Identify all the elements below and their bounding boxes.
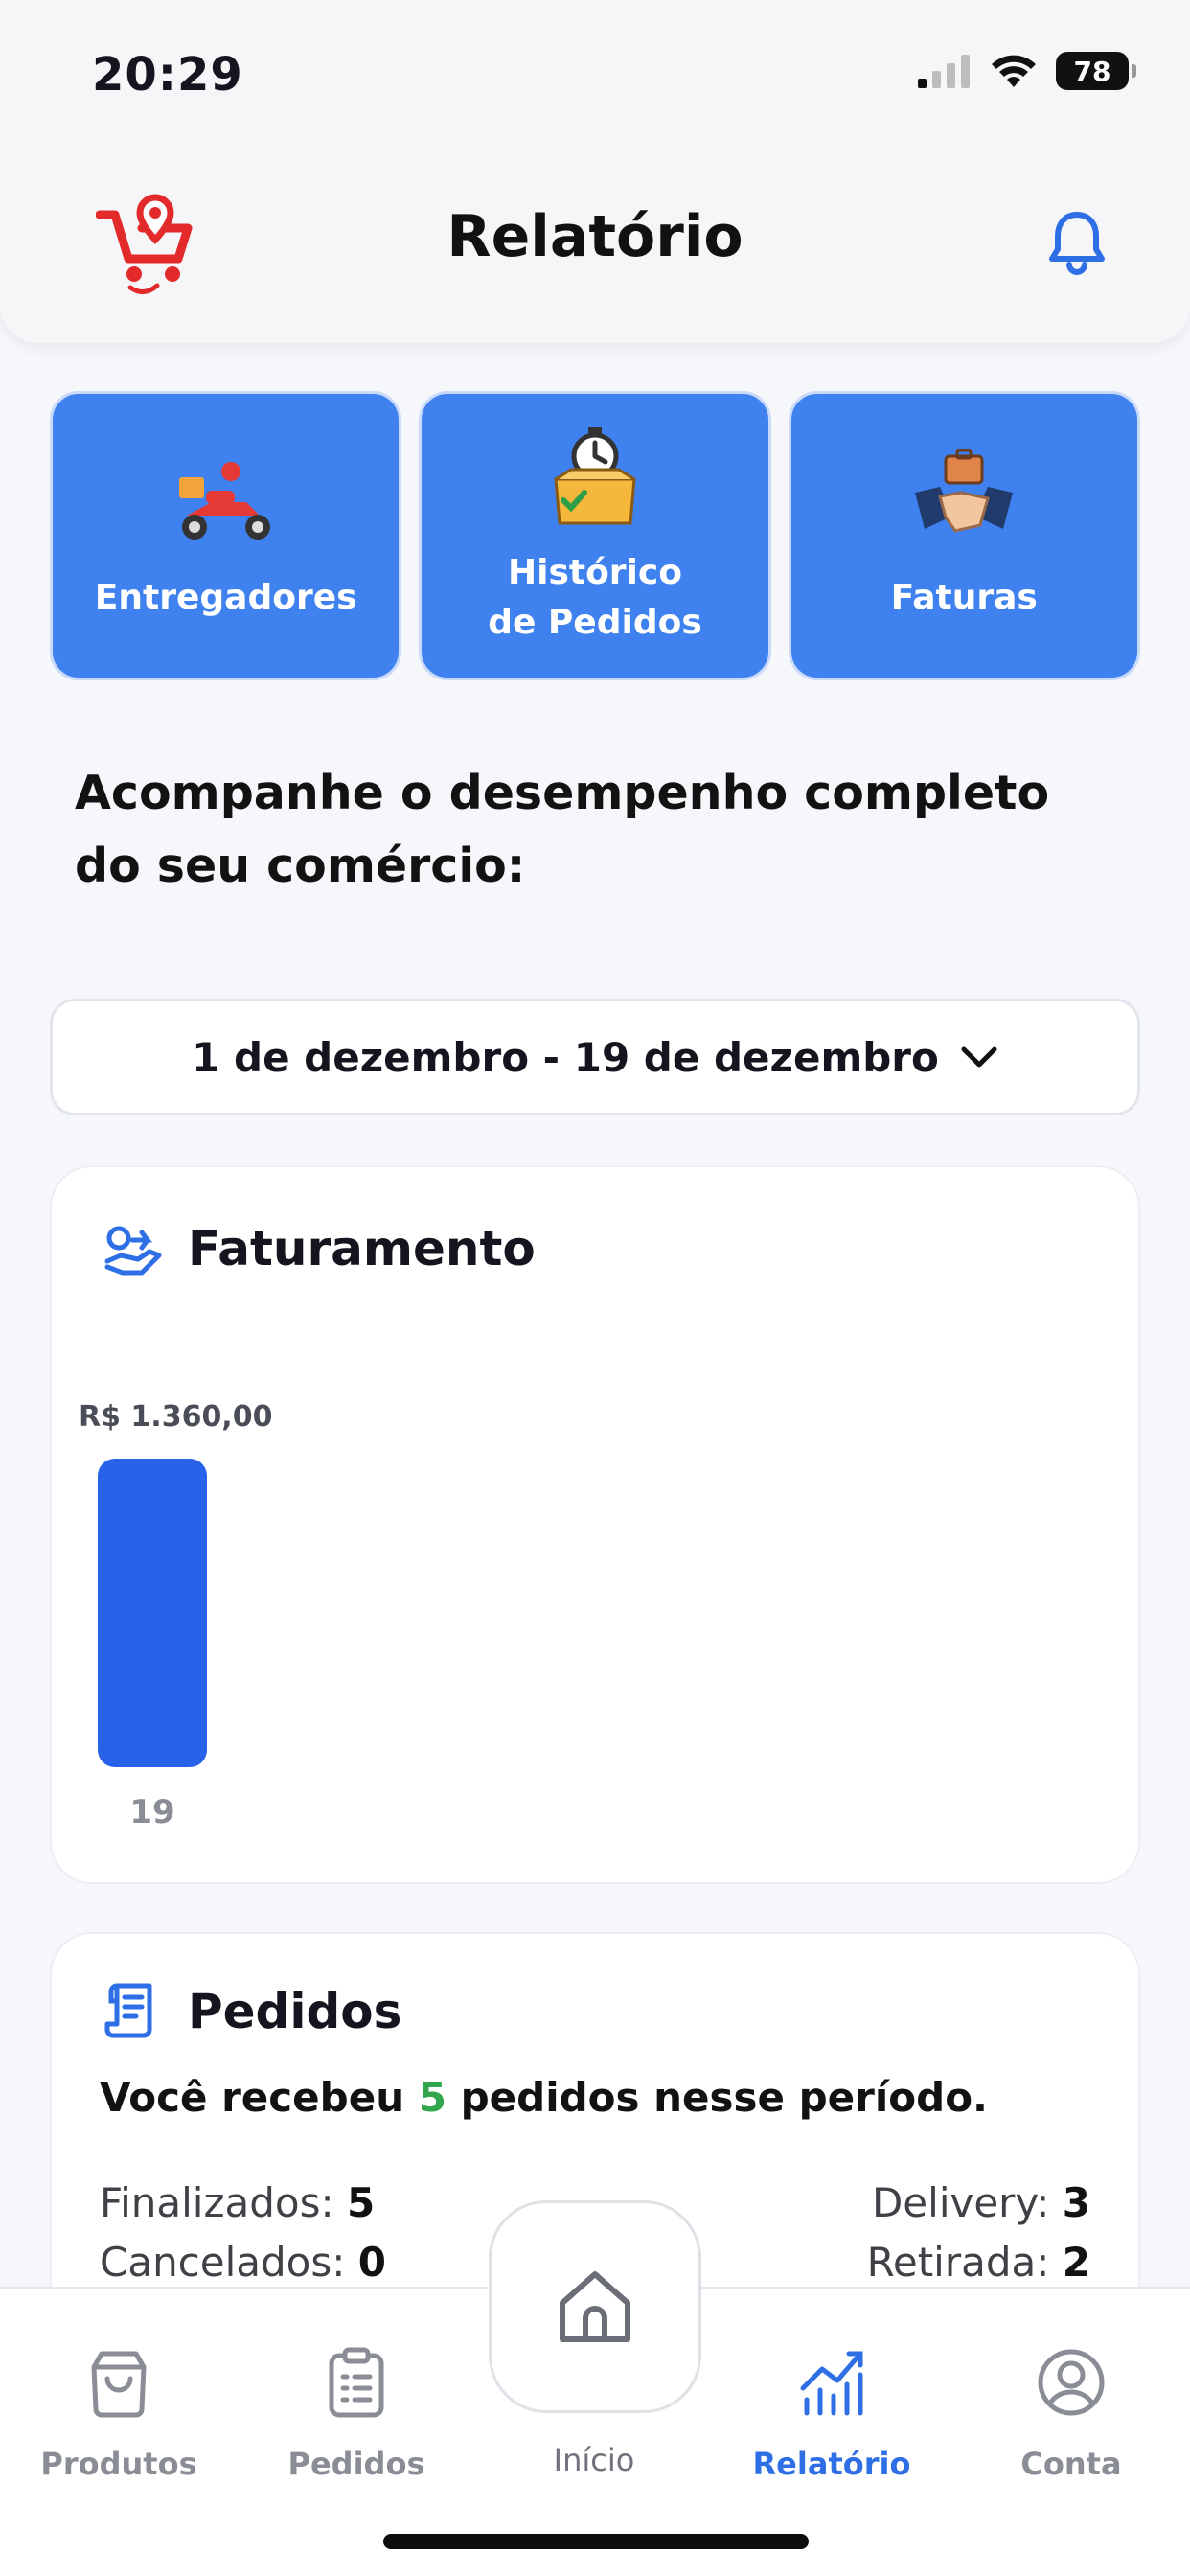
delivery-scooter-icon — [178, 462, 270, 540]
tile-historico-label-line2: de Pedidos — [488, 603, 702, 642]
tile-historico-pedidos[interactable]: Histórico de Pedidos — [419, 391, 771, 680]
status-time: 20:29 — [92, 48, 243, 102]
stat-retirada-label: Retirada: — [866, 2239, 1050, 2286]
chevron-down-icon — [961, 1046, 997, 1068]
page-title: Relatório — [446, 203, 744, 270]
tile-faturas[interactable]: Faturas — [788, 391, 1140, 680]
stat-finalizados-value: 5 — [347, 2179, 376, 2226]
bar-chart-trend-icon — [800, 2351, 863, 2416]
order-box-timer-icon — [554, 427, 636, 525]
date-range-selector[interactable]: 1 de dezembro - 19 de dezembro — [50, 999, 1140, 1116]
tile-historico-label-line1: Histórico — [507, 553, 682, 592]
nav-inicio-label: Início — [553, 2442, 635, 2478]
shortcut-tiles: Entregadores Histórico de Pedidos Fatura… — [50, 391, 1140, 680]
shopping-bag-icon — [91, 2351, 147, 2418]
clipboard-list-icon — [329, 2347, 384, 2418]
status-icons: 78 — [918, 52, 1136, 90]
handshake-briefcase-icon — [915, 448, 1014, 533]
stat-retirada-value: 2 — [1062, 2239, 1090, 2286]
stat-cancelados-label: Cancelados: — [100, 2239, 346, 2286]
faturamento-card: Faturamento R$ 1.360,00 19 — [50, 1165, 1140, 1884]
tile-entregadores-label: Entregadores — [94, 578, 357, 617]
pedidos-summary-suffix: pedidos nesse período. — [446, 2074, 989, 2121]
faturamento-chart: R$ 1.360,00 19 — [79, 1400, 272, 1831]
nav-produtos[interactable]: Produtos — [23, 2346, 215, 2482]
stat-finalizados-label: Finalizados: — [100, 2179, 334, 2226]
nav-conta[interactable]: Conta — [975, 2346, 1167, 2482]
nav-pedidos[interactable]: Pedidos — [261, 2346, 452, 2482]
app-header: 20:29 78 Relatório — [0, 0, 1190, 343]
stat-cancelados-value: 0 — [357, 2239, 387, 2286]
stat-retirada: Retirada: 2 — [867, 2239, 1090, 2286]
stat-cancelados: Cancelados: 0 — [100, 2239, 386, 2286]
stat-delivery-value: 3 — [1062, 2179, 1090, 2226]
tile-faturas-label: Faturas — [890, 578, 1038, 617]
nav-relatorio[interactable]: Relatório — [736, 2346, 927, 2482]
intro-text: Acompanhe o desempenho completo do seu c… — [75, 766, 1050, 893]
stat-delivery-label: Delivery: — [871, 2179, 1050, 2226]
chart-x-tick-label: 19 — [129, 1793, 174, 1831]
chart-bar — [98, 1459, 207, 1767]
nav-produtos-label: Produtos — [40, 2446, 197, 2482]
pedidos-count: 5 — [418, 2074, 446, 2121]
stat-delivery: Delivery: 3 — [872, 2179, 1090, 2226]
pedidos-title: Pedidos — [188, 1984, 402, 2039]
date-range-value: 1 de dezembro - 19 de dezembro — [192, 1033, 939, 1081]
receipt-list-icon — [104, 1983, 152, 2038]
app-screen: 20:29 78 Relatório Entregadores Históric… — [0, 0, 1190, 2576]
pedidos-summary-prefix: Você recebeu — [100, 2074, 419, 2121]
tile-historico-label: Histórico de Pedidos — [488, 548, 702, 648]
home-indicator-bar — [383, 2534, 809, 2549]
home-button[interactable] — [489, 2200, 701, 2413]
nav-relatorio-label: Relatório — [752, 2446, 911, 2482]
tile-entregadores[interactable]: Entregadores — [50, 391, 402, 680]
home-icon — [560, 2271, 630, 2342]
nav-conta-label: Conta — [1020, 2446, 1122, 2482]
cellular-signal-icon — [918, 55, 970, 88]
battery-indicator: 78 — [1056, 52, 1136, 90]
stat-finalizados: Finalizados: 5 — [100, 2179, 375, 2226]
nav-pedidos-label: Pedidos — [287, 2446, 425, 2482]
pedidos-summary: Você recebeu 5 pedidos nesse período. — [100, 2074, 988, 2121]
notification-bell-icon[interactable] — [1046, 209, 1108, 276]
wifi-icon — [992, 55, 1036, 87]
chart-data-label: R$ 1.360,00 — [79, 1400, 272, 1434]
user-profile-icon — [1038, 2349, 1105, 2416]
